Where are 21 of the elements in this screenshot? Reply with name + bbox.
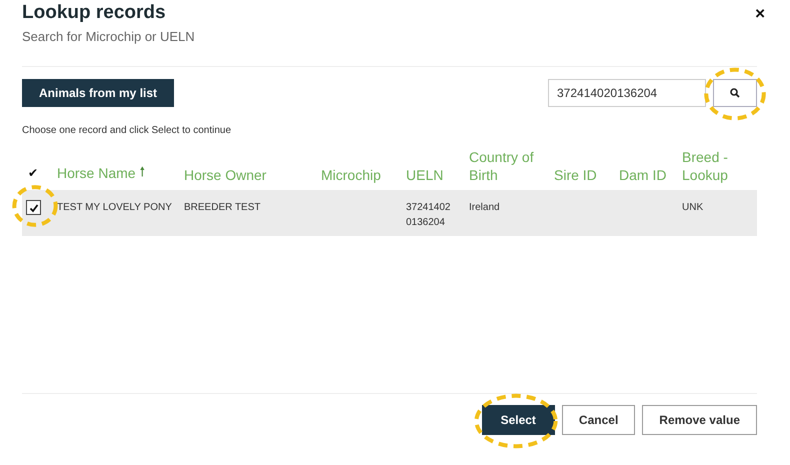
select-button[interactable]: Select	[482, 405, 555, 435]
animals-list-button[interactable]: Animals from my list	[22, 79, 174, 107]
search-button[interactable]	[713, 79, 757, 107]
dialog-subtitle: Search for Microchip or UELN	[22, 29, 195, 44]
table-row[interactable]: TEST MY LOVELY PONY BREEDER TEST 37241402 0136204 Ireland UNK	[22, 190, 757, 236]
table-cell: Ireland	[469, 202, 500, 213]
dialog-title: Lookup records	[22, 2, 167, 24]
footer-button[interactable]: Remove value	[642, 405, 757, 435]
search-icon	[730, 88, 740, 98]
select-all-check[interactable]: ✔	[28, 166, 38, 180]
close-button[interactable]: ×	[751, 4, 769, 24]
instruction-text: Choose one record and click Select to continue	[22, 125, 232, 136]
row-checkbox[interactable]	[26, 200, 41, 215]
check-icon	[28, 202, 38, 212]
sort-arrow-icon: 🠕	[140, 162, 146, 184]
search-field[interactable]: 372414020136204	[548, 79, 706, 107]
footer-button[interactable]: Cancel	[562, 405, 636, 435]
table-cell: TEST MY LOVELY PONY	[57, 202, 172, 213]
table-cell: 37241402 0136204	[406, 202, 450, 228]
table-cell: BREEDER TEST	[184, 202, 260, 213]
table-cell: UNK	[682, 202, 704, 213]
